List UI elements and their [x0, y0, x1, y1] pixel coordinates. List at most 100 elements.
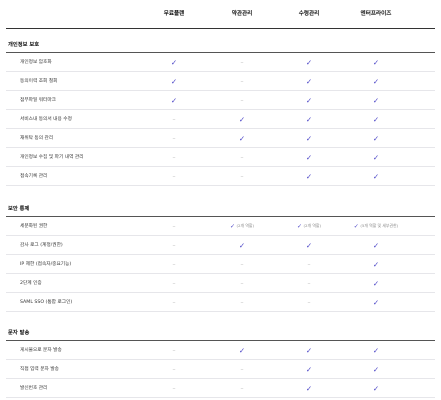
cell-terms: – — [207, 91, 277, 109]
dash-icon: – — [172, 134, 176, 142]
check-icon: ✓ — [238, 133, 246, 143]
feature-label: 재위탁 동의 관리 — [20, 136, 54, 141]
plan-header-enterprise: 엔터프라이즈 — [360, 11, 392, 17]
cell-free: – — [139, 129, 209, 147]
table-row: 직접 입력 문자 발송 – – ✓ ✓ — [6, 360, 435, 379]
cell-receipt: ✓ — [274, 53, 344, 71]
feature-label: 직접 입력 문자 발송 — [20, 367, 59, 372]
check-icon: ✓ — [372, 133, 380, 143]
cell-terms: – — [207, 274, 277, 292]
dash-icon: – — [172, 346, 176, 354]
feature-label: 2단계 인증 — [20, 281, 42, 286]
table-row: 서비스내 동의서 내용 수정 – ✓ ✓ ✓ — [6, 110, 435, 129]
plan-header-terms: 약관관리 — [231, 11, 253, 17]
check-icon: ✓ — [372, 152, 380, 162]
cell-enterprise: ✓ — [341, 360, 411, 378]
check-icon: ✓ — [296, 222, 303, 230]
cell-enterprise: ✓ — [341, 53, 411, 71]
cell-receipt: ✓ (2개 역할) — [274, 217, 344, 235]
feature-label: 접속기록 관리 — [20, 174, 48, 179]
cell-receipt: ✓ — [274, 72, 344, 90]
cell-receipt: – — [274, 255, 344, 273]
dash-icon: – — [172, 172, 176, 180]
check-icon: ✓ — [372, 278, 380, 288]
cell-free: ✓ — [139, 53, 209, 71]
check-icon: ✓ — [305, 95, 313, 105]
table-row: 게시물으로 문자 발송 – ✓ ✓ ✓ — [6, 341, 435, 360]
dash-icon: – — [172, 153, 176, 161]
cell-terms: – — [207, 72, 277, 90]
cell-free: – — [139, 148, 209, 166]
cell-enterprise: ✓ — [341, 110, 411, 128]
cell-terms: – — [207, 167, 277, 185]
plan-header-row: 무료플랜 약관관리 수령관리 엔터프라이즈 — [0, 9, 441, 23]
cell-enterprise: ✓ — [341, 293, 411, 311]
cell-enterprise: ✓ — [341, 379, 411, 397]
cell-terms: – — [207, 148, 277, 166]
check-icon: ✓ — [305, 171, 313, 181]
cell-note: (2개 역할) — [303, 223, 322, 228]
check-icon: ✓ — [170, 76, 178, 86]
cell-free: – — [139, 110, 209, 128]
table-row: SAML SSO (통합 로그인) – – – ✓ — [6, 293, 435, 312]
plan-header-free: 무료플랜 — [163, 11, 185, 17]
dash-icon: – — [240, 172, 244, 180]
cell-note: (2개 역할) — [236, 223, 255, 228]
header-divider — [6, 28, 435, 29]
dash-icon: – — [240, 153, 244, 161]
dash-icon: – — [172, 365, 176, 373]
check-icon: ✓ — [353, 222, 359, 230]
feature-label: 세분화된 권한 — [20, 224, 48, 229]
cell-enterprise: ✓ — [341, 72, 411, 90]
dash-icon: – — [240, 384, 244, 392]
cell-enterprise: ✓ — [341, 255, 411, 273]
plan-header-receipt: 수령관리 — [298, 11, 320, 17]
check-icon: ✓ — [372, 240, 380, 250]
check-icon: ✓ — [372, 76, 380, 86]
dash-icon: – — [172, 115, 176, 123]
check-icon: ✓ — [238, 345, 246, 355]
cell-receipt: ✓ — [274, 91, 344, 109]
cell-receipt: ✓ — [274, 341, 344, 359]
plan-comparison-table: 무료플랜 약관관리 수령관리 엔터프라이즈 개인정보 보호 개인정보 암호화 ✓ – ✓… — [0, 0, 441, 400]
dash-icon: – — [307, 260, 311, 268]
cell-terms: – — [207, 360, 277, 378]
check-icon: ✓ — [238, 114, 246, 124]
cell-receipt: ✓ — [274, 167, 344, 185]
feature-label: IP 제한 (접속자/중요기능) — [20, 262, 72, 267]
dash-icon: – — [240, 77, 244, 85]
cell-terms: – — [207, 379, 277, 397]
cell-free: – — [139, 217, 209, 235]
cell-enterprise: ✓ — [341, 91, 411, 109]
cell-receipt: ✓ — [274, 360, 344, 378]
cell-receipt: ✓ — [274, 110, 344, 128]
check-icon: ✓ — [372, 364, 380, 374]
section-title: 문자 발송 — [8, 330, 30, 336]
check-icon: ✓ — [372, 114, 380, 124]
cell-free: – — [139, 236, 209, 254]
cell-free: ✓ — [139, 72, 209, 90]
cell-terms: ✓ — [207, 341, 277, 359]
dash-icon: – — [240, 58, 244, 66]
cell-enterprise: ✓ — [341, 148, 411, 166]
check-icon: ✓ — [305, 76, 313, 86]
table-row: 개인정보 수집 및 파기 내역 관리 – – ✓ ✓ — [6, 148, 435, 167]
section-title: 개인정보 보호 — [8, 42, 40, 48]
cell-enterprise: ✓ (5개 역할 및 세부권한) — [341, 217, 411, 235]
cell-receipt: – — [274, 274, 344, 292]
check-icon: ✓ — [170, 95, 178, 105]
check-icon: ✓ — [372, 383, 380, 393]
cell-free: – — [139, 255, 209, 273]
table-row: 동의이력 조회 철회 ✓ – ✓ ✓ — [6, 72, 435, 91]
feature-label: 서비스내 동의서 내용 수정 — [20, 117, 72, 122]
check-icon: ✓ — [238, 240, 246, 250]
cell-receipt: ✓ — [274, 129, 344, 147]
cell-enterprise: ✓ — [341, 341, 411, 359]
table-row: 재위탁 동의 관리 – ✓ ✓ ✓ — [6, 129, 435, 148]
feature-label: 동의이력 조회 철회 — [20, 79, 58, 84]
cell-receipt: ✓ — [274, 236, 344, 254]
cell-enterprise: ✓ — [341, 167, 411, 185]
dash-icon: – — [240, 96, 244, 104]
cell-terms: – — [207, 53, 277, 71]
cell-enterprise: ✓ — [341, 274, 411, 292]
